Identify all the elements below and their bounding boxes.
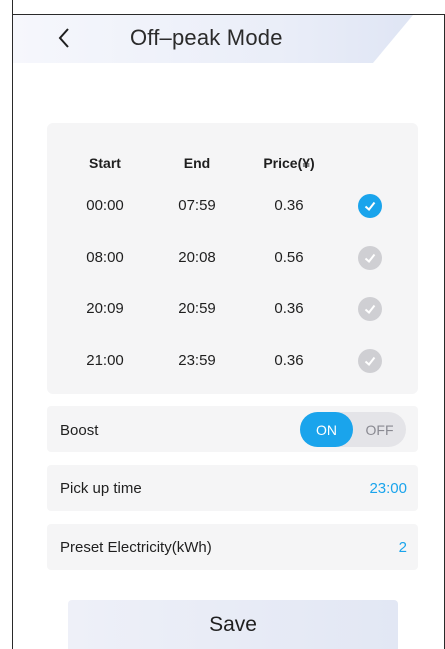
row-0-start: 00:00 [86,197,124,214]
checkmark-icon [364,356,376,366]
row-1-end: 20:08 [178,249,216,266]
row-3-price: 0.36 [274,352,304,369]
row-1-price: 0.56 [274,249,304,266]
row-2-end: 20:59 [178,300,216,317]
preset-electricity-value[interactable]: 2 [399,539,407,556]
column-header-end: End [183,155,211,171]
boost-toggle-off[interactable]: OFF [353,412,406,447]
row-3-start: 21:00 [86,352,124,369]
page-title: Off–peak Mode [130,25,283,50]
pickup-time-value[interactable]: 23:00 [369,480,407,497]
frame-border-left [12,0,13,649]
column-header-price: Price(¥) [263,155,315,171]
frame-border-top [12,14,445,15]
row-1-select-check[interactable] [358,246,382,270]
pickup-time-label: Pick up time [60,480,142,497]
row-0-select-check[interactable] [358,194,382,218]
row-3-select-check[interactable] [358,349,382,373]
checkmark-icon [364,304,376,314]
row-2-price: 0.36 [274,300,304,317]
checkmark-icon [364,253,376,263]
row-2-select-check[interactable] [358,297,382,321]
row-0-end: 07:59 [178,197,216,214]
row-2-start: 20:09 [86,300,124,317]
back-button[interactable] [50,22,78,54]
chevron-left-icon [58,28,69,48]
preset-electricity-label: Preset Electricity(kWh) [60,539,212,556]
boost-label: Boost [60,422,99,439]
row-0-price: 0.36 [274,197,304,214]
checkmark-icon [364,201,376,211]
row-3-end: 23:59 [178,352,216,369]
boost-toggle-on[interactable]: ON [300,412,353,447]
row-1-start: 08:00 [86,249,124,266]
column-header-start: Start [89,155,121,171]
save-button[interactable]: Save [68,600,398,649]
boost-toggle[interactable]: ON OFF [300,412,406,447]
